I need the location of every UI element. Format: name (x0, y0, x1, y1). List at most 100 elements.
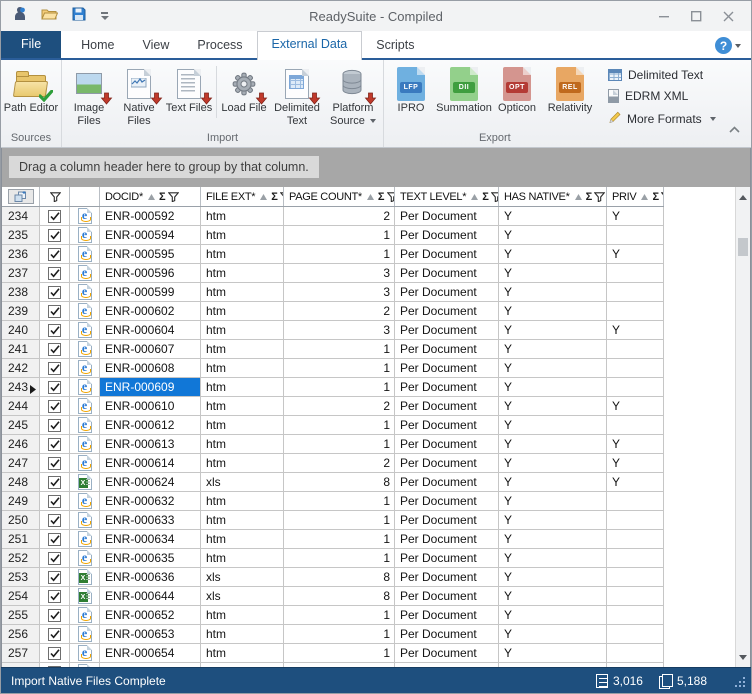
cell-file-ext[interactable]: htm (201, 321, 284, 339)
table-row[interactable]: 255 e ENR-000652 htm 1 Per Document Y (2, 606, 664, 625)
cell-file-ext[interactable]: htm (201, 397, 284, 415)
cell-priv[interactable] (607, 378, 664, 396)
checkbox[interactable] (48, 608, 61, 622)
cell-has-native[interactable]: Y (499, 492, 607, 510)
cell-docid[interactable]: ENR-000599 (100, 283, 201, 301)
cell-text-level[interactable]: Per Document (395, 492, 499, 510)
row-checkbox-cell[interactable] (40, 492, 70, 510)
row-checkbox-cell[interactable] (40, 226, 70, 244)
checkbox[interactable] (48, 380, 61, 394)
row-checkbox-cell[interactable] (40, 625, 70, 643)
cell-has-native[interactable]: Y (499, 264, 607, 282)
cell-file-ext[interactable]: xls (201, 568, 284, 586)
tab-external-data[interactable]: External Data (256, 31, 363, 60)
cell-file-ext[interactable]: htm (201, 359, 284, 377)
cell-has-native[interactable]: Y (499, 454, 607, 472)
cell-priv[interactable] (607, 283, 664, 301)
cell-priv[interactable]: Y (607, 321, 664, 339)
summary-icon[interactable]: Σ (586, 191, 593, 203)
minimize-button[interactable] (653, 6, 675, 26)
cell-page-count[interactable]: 1 (284, 511, 395, 529)
ipro-export-button[interactable]: LFP IPRO (386, 62, 436, 132)
tab-home[interactable]: Home (67, 33, 128, 58)
select-all-header[interactable] (2, 187, 40, 206)
cell-docid[interactable]: ENR-000644 (100, 587, 201, 605)
checkbox[interactable] (48, 627, 61, 641)
cell-priv[interactable] (607, 644, 664, 662)
cell-has-native[interactable] (499, 663, 607, 667)
cell-file-ext[interactable]: htm (201, 549, 284, 567)
row-checkbox-cell[interactable] (40, 264, 70, 282)
cell-text-level[interactable] (395, 663, 499, 667)
row-checkbox-cell[interactable] (40, 473, 70, 491)
cell-page-count[interactable]: 1 (284, 378, 395, 396)
image-files-button[interactable]: Image Files (64, 62, 114, 132)
cell-page-count[interactable]: 3 (284, 283, 395, 301)
cell-page-count[interactable]: 8 (284, 587, 395, 605)
tab-file[interactable]: File (1, 31, 62, 58)
cell-page-count[interactable] (284, 663, 395, 667)
table-row[interactable]: 242 e ENR-000608 htm 1 Per Document Y (2, 359, 664, 378)
cell-file-ext[interactable]: htm (201, 264, 284, 282)
row-checkbox-cell[interactable] (40, 663, 70, 667)
checkbox[interactable] (48, 266, 61, 280)
title-bar[interactable]: ReadySuite - Compiled (1, 1, 751, 31)
cell-text-level[interactable]: Per Document (395, 264, 499, 282)
summary-icon[interactable]: Σ (482, 191, 489, 203)
cell-has-native[interactable]: Y (499, 340, 607, 358)
cell-priv[interactable] (607, 587, 664, 605)
table-row[interactable]: 241 e ENR-000607 htm 1 Per Document Y (2, 340, 664, 359)
cell-docid[interactable]: ENR-000602 (100, 302, 201, 320)
cell-file-ext[interactable]: htm (201, 302, 284, 320)
scrollbar-thumb[interactable] (738, 238, 748, 256)
cell-file-ext[interactable]: htm (201, 283, 284, 301)
select-all-icon[interactable] (7, 189, 34, 204)
cell-page-count[interactable]: 2 (284, 454, 395, 472)
cell-has-native[interactable]: Y (499, 226, 607, 244)
column-header[interactable]: PAGE COUNT* Σ (284, 187, 395, 206)
cell-priv[interactable] (607, 663, 664, 667)
row-checkbox-cell[interactable] (40, 302, 70, 320)
cell-docid[interactable]: ENR-000652 (100, 606, 201, 624)
cell-priv[interactable] (607, 549, 664, 567)
row-checkbox-cell[interactable] (40, 378, 70, 396)
scroll-up-button[interactable] (736, 189, 750, 205)
table-row[interactable]: 253 X ENR-000636 xls 8 Per Document Y (2, 568, 664, 587)
checkbox[interactable] (48, 418, 61, 432)
cell-has-native[interactable]: Y (499, 530, 607, 548)
text-files-button[interactable]: Text Files (164, 62, 214, 132)
cell-file-ext[interactable]: htm (201, 625, 284, 643)
cell-page-count[interactable]: 2 (284, 397, 395, 415)
table-row[interactable]: 240 e ENR-000604 htm 3 Per Document Y Y (2, 321, 664, 340)
cell-priv[interactable] (607, 492, 664, 510)
table-row[interactable]: 244 e ENR-000610 htm 2 Per Document Y Y (2, 397, 664, 416)
cell-has-native[interactable]: Y (499, 302, 607, 320)
cell-page-count[interactable]: 1 (284, 606, 395, 624)
checkbox[interactable] (48, 228, 61, 242)
cell-priv[interactable]: Y (607, 397, 664, 415)
cell-file-ext[interactable]: htm (201, 340, 284, 358)
cell-text-level[interactable]: Per Document (395, 302, 499, 320)
icon-column-header[interactable] (70, 187, 100, 206)
cell-priv[interactable] (607, 568, 664, 586)
delimited-text-import-button[interactable]: Delimited Text (269, 62, 325, 132)
checkbox[interactable] (48, 570, 61, 584)
cell-text-level[interactable]: Per Document (395, 207, 499, 225)
checkbox[interactable] (48, 361, 61, 375)
cell-text-level[interactable]: Per Document (395, 644, 499, 662)
platform-source-button[interactable]: Platform Source (325, 62, 381, 132)
cell-docid[interactable]: ENR-000592 (100, 207, 201, 225)
native-files-button[interactable]: Native Files (114, 62, 164, 132)
cell-priv[interactable] (607, 226, 664, 244)
row-checkbox-cell[interactable] (40, 644, 70, 662)
row-checkbox-cell[interactable] (40, 587, 70, 605)
column-header[interactable]: FILE EXT* Σ (201, 187, 284, 206)
cell-file-ext[interactable]: htm (201, 378, 284, 396)
cell-docid[interactable]: ENR-000613 (100, 435, 201, 453)
table-row[interactable]: 243 e ENR-000609 htm 1 Per Document Y (2, 378, 664, 397)
cell-page-count[interactable]: 2 (284, 302, 395, 320)
table-row[interactable]: 256 e ENR-000653 htm 1 Per Document Y (2, 625, 664, 644)
cell-page-count[interactable]: 2 (284, 207, 395, 225)
cell-file-ext[interactable]: htm (201, 663, 284, 667)
cell-text-level[interactable]: Per Document (395, 511, 499, 529)
